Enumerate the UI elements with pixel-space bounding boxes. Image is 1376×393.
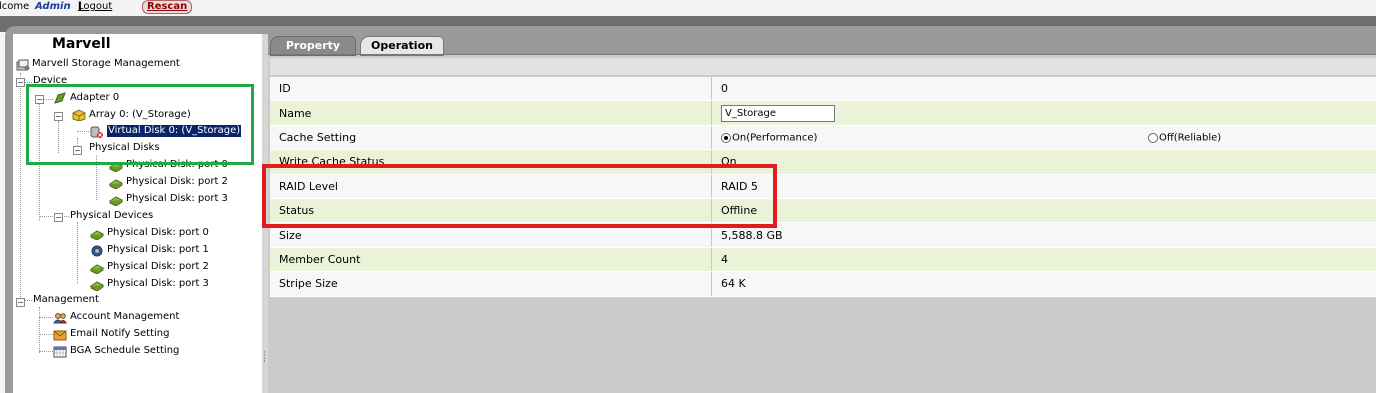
collapse-toggle[interactable]: − xyxy=(16,78,25,87)
disk-icon xyxy=(109,196,123,206)
tree-array-disk-2[interactable]: Physical Disk: port 2 xyxy=(126,176,228,188)
tree-device-disk-3[interactable]: Physical Disk: port 3 xyxy=(107,278,209,290)
logout-link[interactable]: Logout xyxy=(78,0,112,14)
raid-value: RAID 5 xyxy=(711,174,1376,199)
cache-on-option[interactable]: On(Performance) xyxy=(721,131,1148,144)
name-label: Name xyxy=(270,100,712,126)
table-row: Cache Setting On(Performance) Off(Reliabl… xyxy=(270,125,1376,151)
cache-off-label: Off(Reliable) xyxy=(1159,132,1222,144)
status-value: Offline xyxy=(711,198,1376,224)
disk-icon xyxy=(109,179,123,189)
tab-property[interactable]: Property xyxy=(270,36,356,56)
tree-array-disk-3[interactable]: Physical Disk: port 3 xyxy=(126,193,228,205)
bracket-close: ] xyxy=(78,1,82,12)
users-icon xyxy=(53,313,67,324)
disk-icon xyxy=(90,230,104,240)
tree-line xyxy=(39,351,53,352)
user-name: Admin xyxy=(35,1,71,12)
collapse-toggle[interactable]: − xyxy=(54,213,63,222)
tree-root[interactable]: Marvell Storage Management xyxy=(32,58,180,70)
member-count-value: 4 xyxy=(711,247,1376,273)
red-highlight-box xyxy=(262,164,777,228)
cache-off-radio[interactable] xyxy=(1148,132,1158,143)
tree-email-notify[interactable]: Email Notify Setting xyxy=(70,328,169,340)
panel-title: Marvell xyxy=(52,36,111,52)
calendar-icon xyxy=(53,346,67,358)
cache-options: On(Performance) Off(Reliable) xyxy=(711,125,1376,151)
size-value: 5,588.8 GB xyxy=(711,222,1376,248)
tree-bga-schedule[interactable]: BGA Schedule Setting xyxy=(70,345,179,357)
tab-operation[interactable]: Operation xyxy=(360,36,444,56)
tree-line xyxy=(39,317,53,318)
tree-management[interactable]: Management xyxy=(33,294,99,306)
name-input[interactable] xyxy=(721,104,835,122)
cache-off-option[interactable]: Off(Reliable) xyxy=(1148,131,1221,144)
optical-disk-icon xyxy=(91,245,103,257)
welcome-text: lcome xyxy=(0,1,30,12)
tree-physical-devices[interactable]: Physical Devices xyxy=(70,210,153,222)
table-row: Stripe Size 64 K xyxy=(270,271,1376,297)
write-cache-value: On xyxy=(711,149,1376,175)
cache-on-label: On(Performance) xyxy=(732,132,818,144)
tree-line xyxy=(39,334,53,335)
green-highlight-box xyxy=(26,84,254,165)
tree-line xyxy=(39,307,40,353)
tree-line xyxy=(77,222,78,284)
email-icon xyxy=(53,330,67,341)
name-cell xyxy=(711,100,1376,126)
top-bar: lcome Admin [ Logout ] Rescan xyxy=(0,0,1376,16)
tree-device-disk-0[interactable]: Physical Disk: port 0 xyxy=(107,227,209,239)
disk-icon xyxy=(90,281,104,291)
cache-label: Cache Setting xyxy=(270,125,712,151)
table-row: Member Count 4 xyxy=(270,247,1376,273)
table-header-strip xyxy=(270,58,1376,75)
table-row: ID 0 xyxy=(270,77,1376,102)
table-row: Name xyxy=(270,100,1376,126)
tree-account-management[interactable]: Account Management xyxy=(70,311,179,323)
id-value: 0 xyxy=(711,77,1376,102)
tree-device-disk-1[interactable]: Physical Disk: port 1 xyxy=(107,244,209,256)
disk-icon xyxy=(90,264,104,274)
stripe-value: 64 K xyxy=(711,271,1376,297)
splitter-grip[interactable]: · · · · xyxy=(263,349,266,367)
stripe-label: Stripe Size xyxy=(270,271,712,297)
cache-on-radio[interactable] xyxy=(721,132,731,143)
collapse-toggle[interactable]: − xyxy=(16,298,25,307)
tree-device-disk-2[interactable]: Physical Disk: port 2 xyxy=(107,261,209,273)
member-count-label: Member Count xyxy=(270,247,712,273)
tab-divider xyxy=(268,54,1376,55)
storage-management-icon xyxy=(16,59,30,71)
id-label: ID xyxy=(270,77,712,102)
rescan-button[interactable]: Rescan xyxy=(142,0,193,14)
tree-line xyxy=(20,73,21,303)
